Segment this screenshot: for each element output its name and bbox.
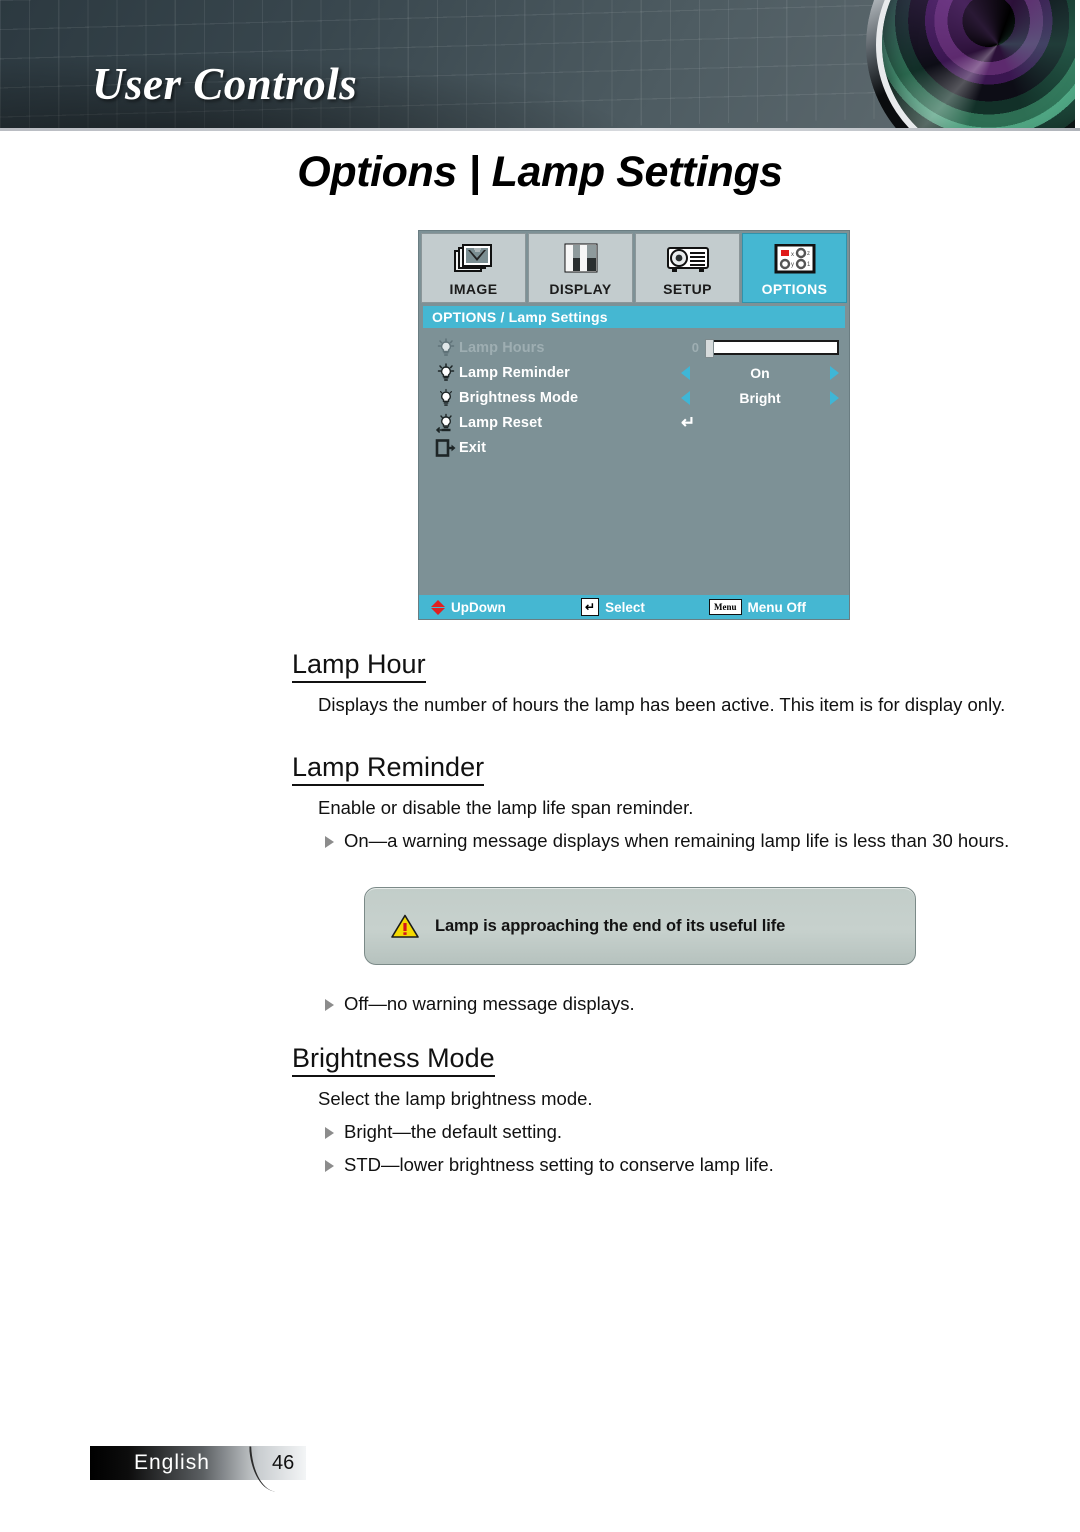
exit-icon <box>433 438 459 458</box>
section-brightness-mode: Brightness Mode <box>0 1042 1080 1077</box>
osd-hint-select: ↵ Select <box>581 598 709 616</box>
bullet-triangle-icon <box>325 1127 334 1139</box>
image-icon <box>453 238 494 280</box>
right-arrow-icon[interactable] <box>830 390 839 405</box>
bullet-item: On—a warning message displays when remai… <box>325 828 1015 853</box>
osd-row-label: Exit <box>459 439 486 456</box>
section-lamp-reminder: Lamp Reminder <box>0 751 1080 786</box>
osd-tab-label: OPTIONS <box>761 281 828 297</box>
page-banner: User Controls <box>0 0 1080 128</box>
article-content: Lamp Hour Displays the number of hours t… <box>0 648 1080 1177</box>
lamp-icon <box>433 337 459 358</box>
warning-dialog: Lamp is approaching the end of its usefu… <box>364 887 916 965</box>
page-footer: English 46 <box>90 1445 306 1493</box>
osd-hint-label: Menu Off <box>747 599 807 615</box>
warning-triangle-icon <box>391 914 419 939</box>
page-title: Options | Lamp Settings <box>297 148 783 196</box>
lamp-reminder-value: On <box>750 364 770 381</box>
camera-lens-graphic <box>882 0 1080 128</box>
left-arrow-icon[interactable] <box>681 390 690 405</box>
osd-row-exit[interactable]: Exit <box>419 435 849 460</box>
lamp-hours-slider[interactable] <box>705 339 839 358</box>
updown-arrows-icon <box>431 599 445 615</box>
svg-text:y: y <box>791 262 794 268</box>
osd-hint-updown: UpDown <box>431 599 581 615</box>
bullet-item: STD—lower brightness setting to conserve… <box>325 1152 1015 1177</box>
osd-row-label: Brightness Mode <box>459 389 579 406</box>
lamp-reminder-control: On <box>681 365 839 381</box>
brightness-mode-value: Bright <box>739 389 781 406</box>
lamp-hours-control: 0 <box>681 339 839 358</box>
osd-tab-setup[interactable]: SETUP <box>635 233 740 303</box>
osd-row-label: Lamp Hours <box>459 339 545 356</box>
options-icon: x z y 1 <box>774 238 816 280</box>
osd-tab-label: DISPLAY <box>549 281 612 297</box>
osd-row-lamp-hours: Lamp Hours 0 <box>419 335 849 360</box>
bullet-text: STD—lower brightness setting to conserve… <box>344 1154 774 1175</box>
osd-tab-bar: IMAGE DISPLAY SETUP x z y 1 OPTIONS <box>419 231 849 303</box>
osd-row-label: Lamp Reminder <box>459 364 570 381</box>
osd-tab-label: IMAGE <box>449 281 498 297</box>
osd-row-label: Lamp Reset <box>459 414 543 431</box>
section-lamp-hour: Lamp Hour <box>0 648 1080 683</box>
brightness-mode-control: Bright <box>681 390 839 406</box>
osd-row-brightness-mode[interactable]: Brightness Mode Bright <box>419 385 849 410</box>
bullet-item: Off—no warning message displays. <box>325 991 1015 1016</box>
osd-row-lamp-reset[interactable]: Lamp Reset ↵ <box>419 410 849 435</box>
menu-key-icon: Menu <box>709 599 742 615</box>
bullet-triangle-icon <box>325 999 334 1011</box>
warning-message: Lamp is approaching the end of its usefu… <box>435 916 786 935</box>
section-paragraph: Enable or disable the lamp life span rem… <box>318 797 694 818</box>
banner-right-edge <box>1075 0 1080 128</box>
osd-menu-list: Lamp Hours 0 Lamp Reminder On Brightness… <box>419 328 849 460</box>
enter-key-icon: ↵ <box>581 598 600 616</box>
display-icon <box>562 238 600 280</box>
bullet-item: Bright—the default setting. <box>325 1119 1015 1144</box>
bulb-icon <box>433 388 459 408</box>
right-arrow-icon[interactable] <box>830 365 839 380</box>
lamp-hours-value: 0 <box>691 340 699 355</box>
slider-handle[interactable] <box>705 339 714 358</box>
bullet-triangle-icon <box>325 1160 334 1172</box>
osd-footer-bar: UpDown ↵ Select Menu Menu Off <box>419 595 849 619</box>
projector-icon <box>666 238 710 280</box>
svg-text:z: z <box>807 251 810 257</box>
footer-language: English <box>134 1451 210 1474</box>
section-heading: Brightness Mode <box>292 1042 495 1077</box>
lamp-reset-icon <box>433 413 459 433</box>
enter-arrow-icon: ↵ <box>681 413 696 432</box>
bullet-triangle-icon <box>325 836 334 848</box>
page-number: 46 <box>272 1452 295 1474</box>
bullet-text: Bright—the default setting. <box>344 1121 563 1142</box>
osd-tab-image[interactable]: IMAGE <box>421 233 526 303</box>
svg-text:x: x <box>791 252 794 258</box>
left-arrow-icon[interactable] <box>681 365 690 380</box>
lamp-reset-control[interactable]: ↵ <box>681 414 839 431</box>
osd-hint-label: Select <box>605 599 645 615</box>
osd-subtitle: OPTIONS / Lamp Settings <box>423 306 845 328</box>
bullet-text: Off—no warning message displays. <box>344 993 635 1014</box>
section-heading: Lamp Reminder <box>292 751 485 786</box>
section-paragraph: Select the lamp brightness mode. <box>318 1088 593 1109</box>
osd-row-lamp-reminder[interactable]: Lamp Reminder On <box>419 360 849 385</box>
osd-hint-menu-off: Menu Menu Off <box>709 599 806 615</box>
osd-hint-label: UpDown <box>451 599 506 615</box>
osd-menu-screenshot: IMAGE DISPLAY SETUP x z y 1 OPTIONS OPTI… <box>418 230 850 620</box>
bullet-text: On—a warning message displays when remai… <box>344 830 1010 851</box>
section-heading: Lamp Hour <box>292 648 426 683</box>
banner-title: User Controls <box>92 59 358 109</box>
osd-tab-label: SETUP <box>663 281 712 297</box>
osd-tab-options[interactable]: x z y 1 OPTIONS <box>742 233 847 303</box>
lamp-icon <box>433 362 459 383</box>
osd-tab-display[interactable]: DISPLAY <box>528 233 633 303</box>
section-paragraph: Displays the number of hours the lamp ha… <box>318 694 1006 715</box>
banner-divider <box>0 128 1080 131</box>
